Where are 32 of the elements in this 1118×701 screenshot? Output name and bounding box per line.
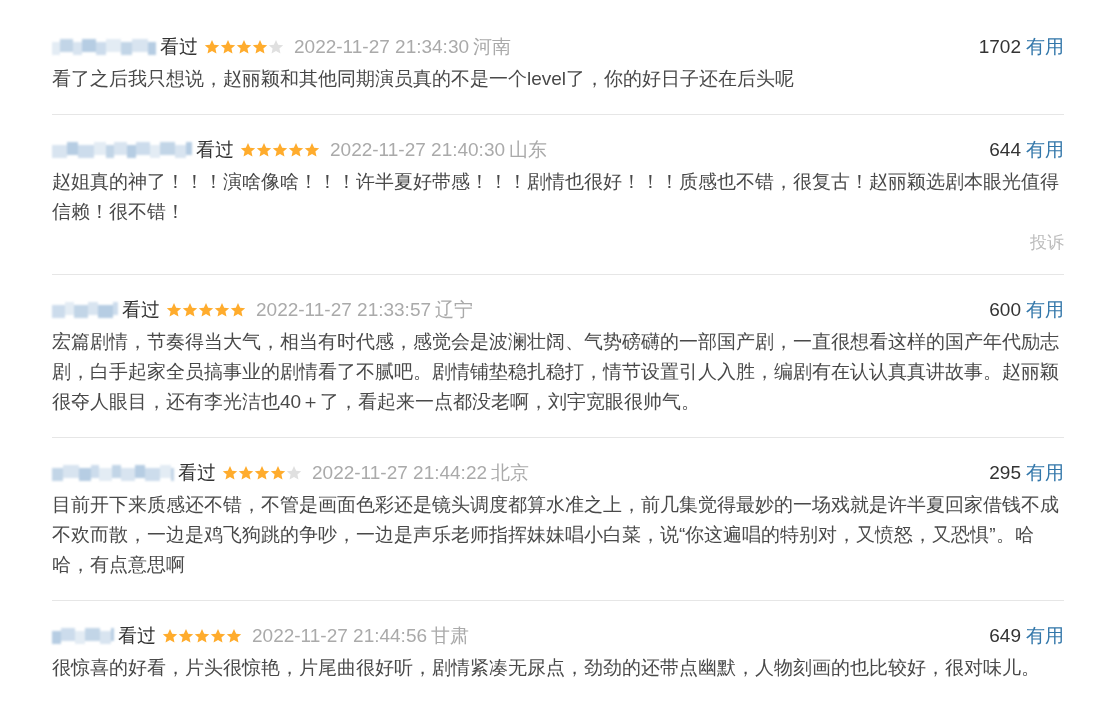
comment-location: 山东 [509, 138, 548, 162]
comment-text: 宏篇剧情，节奏得当大气，相当有时代感，感觉会是波澜壮阔、气势磅礴的一部国产剧，一直很想看这样的国产年代励志剧，白手起家全员搞事业的剧情看了不腻吧。剧情铺垫稳扎稳打，情节设置引人入胜，编剧有在认认真真讲故事。赵丽颖很夺人眼目，还有李光洁也40＋了，看起来一点都没老啊，刘宇宽眼很帅气。 [52, 330, 1060, 414]
comment-time: 2022-11-27 21:33:57 [256, 299, 432, 321]
comment-text: 目前开下来质感还不错，不管是画面色彩还是镜头调度都算水准之上，前几集觉得最妙的一场戏就是许半夏回家借钱不成不欢而散，一边是鸡飞狗跳的争吵，一边是声乐老师指挥妹妹唱小白菜，说“你这遍唱的特别对，又愤怒，又恐惧”。哈哈，有点意思啊 [52, 493, 1060, 577]
comment-location: 河南 [473, 35, 512, 59]
comment-text: 赵姐真的神了！！！演啥像啥！！！许半夏好带感！！！剧情也很好！！！质感也不错，很复古！赵丽颖选剧本眼光值得信赖！很不错！ [52, 170, 1060, 224]
useful-link[interactable]: 有用 [1026, 137, 1064, 163]
comment-location: 北京 [491, 461, 530, 485]
useful-count: 649 [989, 625, 1021, 647]
useful-link[interactable]: 有用 [1026, 623, 1064, 649]
useful-link[interactable]: 有用 [1026, 460, 1064, 486]
comment-text: 很惊喜的好看，片头很惊艳，片尾曲很好听，剧情紧凑无尿点，劲劲的还带点幽默，人物刻画的也比较好，很对味儿。 [52, 656, 1041, 680]
comment-time: 2022-11-27 21:44:56 [252, 625, 428, 647]
watched-status: 看过 [178, 461, 216, 485]
watched-status: 看过 [122, 298, 160, 322]
watched-status: 看过 [196, 138, 234, 162]
useful-count: 295 [989, 462, 1021, 484]
comment-location: 甘肃 [431, 624, 470, 648]
blurred-username [52, 625, 114, 647]
comment-time: 2022-11-27 21:34:30 [294, 36, 470, 58]
useful-link[interactable]: 有用 [1026, 297, 1064, 323]
comment-location: 辽宁 [435, 298, 474, 322]
blurred-username [52, 299, 118, 321]
watched-status: 看过 [160, 35, 198, 59]
useful-link[interactable]: 有用 [1026, 34, 1064, 60]
comment-time: 2022-11-27 21:40:30 [330, 139, 506, 161]
comment-text: 看了之后我只想说，赵丽颖和其他同期演员真的不是一个level了，你的好日子还在后头呢 [52, 67, 796, 91]
useful-count: 644 [989, 139, 1021, 161]
watched-status: 看过 [118, 624, 156, 648]
comment-time: 2022-11-27 21:44:22 [312, 462, 488, 484]
useful-count: 600 [989, 299, 1021, 321]
useful-count: 1702 [978, 36, 1021, 58]
